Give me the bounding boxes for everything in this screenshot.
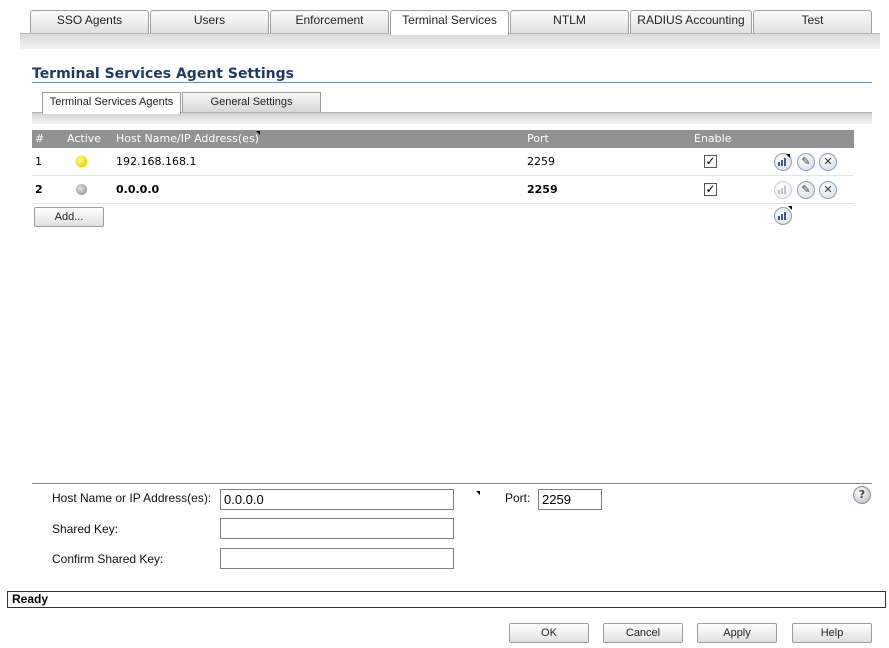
cancel-button[interactable]: Cancel [603,623,683,643]
tab-radius-accounting[interactable]: RADIUS Accounting [630,10,752,34]
add-button[interactable]: Add... [34,207,104,227]
row-port: 2259 [527,155,555,168]
tab-test[interactable]: Test [753,10,872,34]
tab-ntlm[interactable]: NTLM [510,10,629,34]
inactive-led-icon [76,184,87,195]
confirm-key-field[interactable] [220,548,454,569]
help-button[interactable]: Help [792,623,872,643]
agents-table-header: # Active Host Name/IP Address(es) Port E… [32,130,854,148]
subtab-general-settings[interactable]: General Settings [182,92,321,113]
row-number: 2 [35,183,43,196]
pencil-icon[interactable]: ✎ [797,153,815,171]
stats-marker-icon [786,154,790,158]
row-number: 1 [35,155,42,168]
statistics-icon [774,181,792,199]
tab-users[interactable]: Users [150,10,269,34]
col-port: Port [527,132,549,145]
enable-checkbox[interactable]: ✓ [704,183,717,196]
stats-all-marker-icon [788,206,792,210]
col-active: Active [67,132,102,145]
page-title: Terminal Services Agent Settings [32,66,294,82]
help-icon[interactable]: ? [853,486,871,504]
tab-enforcement[interactable]: Enforcement [270,10,389,34]
active-led-icon [76,156,87,167]
top-tab-bar: SSO Agents Users Enforcement Terminal Se… [30,10,875,35]
host-marker-icon [476,491,480,495]
col-host[interactable]: Host Name/IP Address(es) [116,130,259,148]
enable-checkbox[interactable]: ✓ [704,155,717,168]
tab-sso-agents[interactable]: SSO Agents [30,10,149,34]
table-row[interactable]: 1 192.168.168.1 2259 ✓ ✎ ✕ [32,148,854,176]
subtab-terminal-services-agents[interactable]: Terminal Services Agents [42,92,181,114]
host-label: Host Name or IP Address(es): [52,491,212,505]
shared-key-field[interactable] [220,518,454,539]
status-bar: Ready [7,591,886,608]
row-port: 2259 [527,183,558,196]
close-icon[interactable]: ✕ [819,153,837,171]
col-num: # [35,132,45,145]
close-icon[interactable]: ✕ [819,181,837,199]
form-divider [32,483,872,484]
tab-terminal-services[interactable]: Terminal Services [390,10,509,35]
row-host: 192.168.168.1 [116,155,197,168]
col-enable: Enable [694,132,732,145]
ok-button[interactable]: OK [509,623,589,643]
row-host: 0.0.0.0 [116,183,160,196]
port-label: Port: [505,491,531,505]
title-divider [32,82,872,83]
shared-key-label: Shared Key: [52,522,119,536]
confirm-key-label: Confirm Shared Key: [52,552,164,566]
pencil-icon[interactable]: ✎ [797,181,815,199]
column-marker-icon [256,131,260,135]
table-row[interactable]: 2 0.0.0.0 2259 ✓ ✎ ✕ [32,176,854,204]
host-input[interactable]: 0.0.0.0 [220,489,454,510]
port-input[interactable]: 2259 [538,489,602,510]
apply-button[interactable]: Apply [697,623,777,643]
tab-content-band [20,33,880,49]
